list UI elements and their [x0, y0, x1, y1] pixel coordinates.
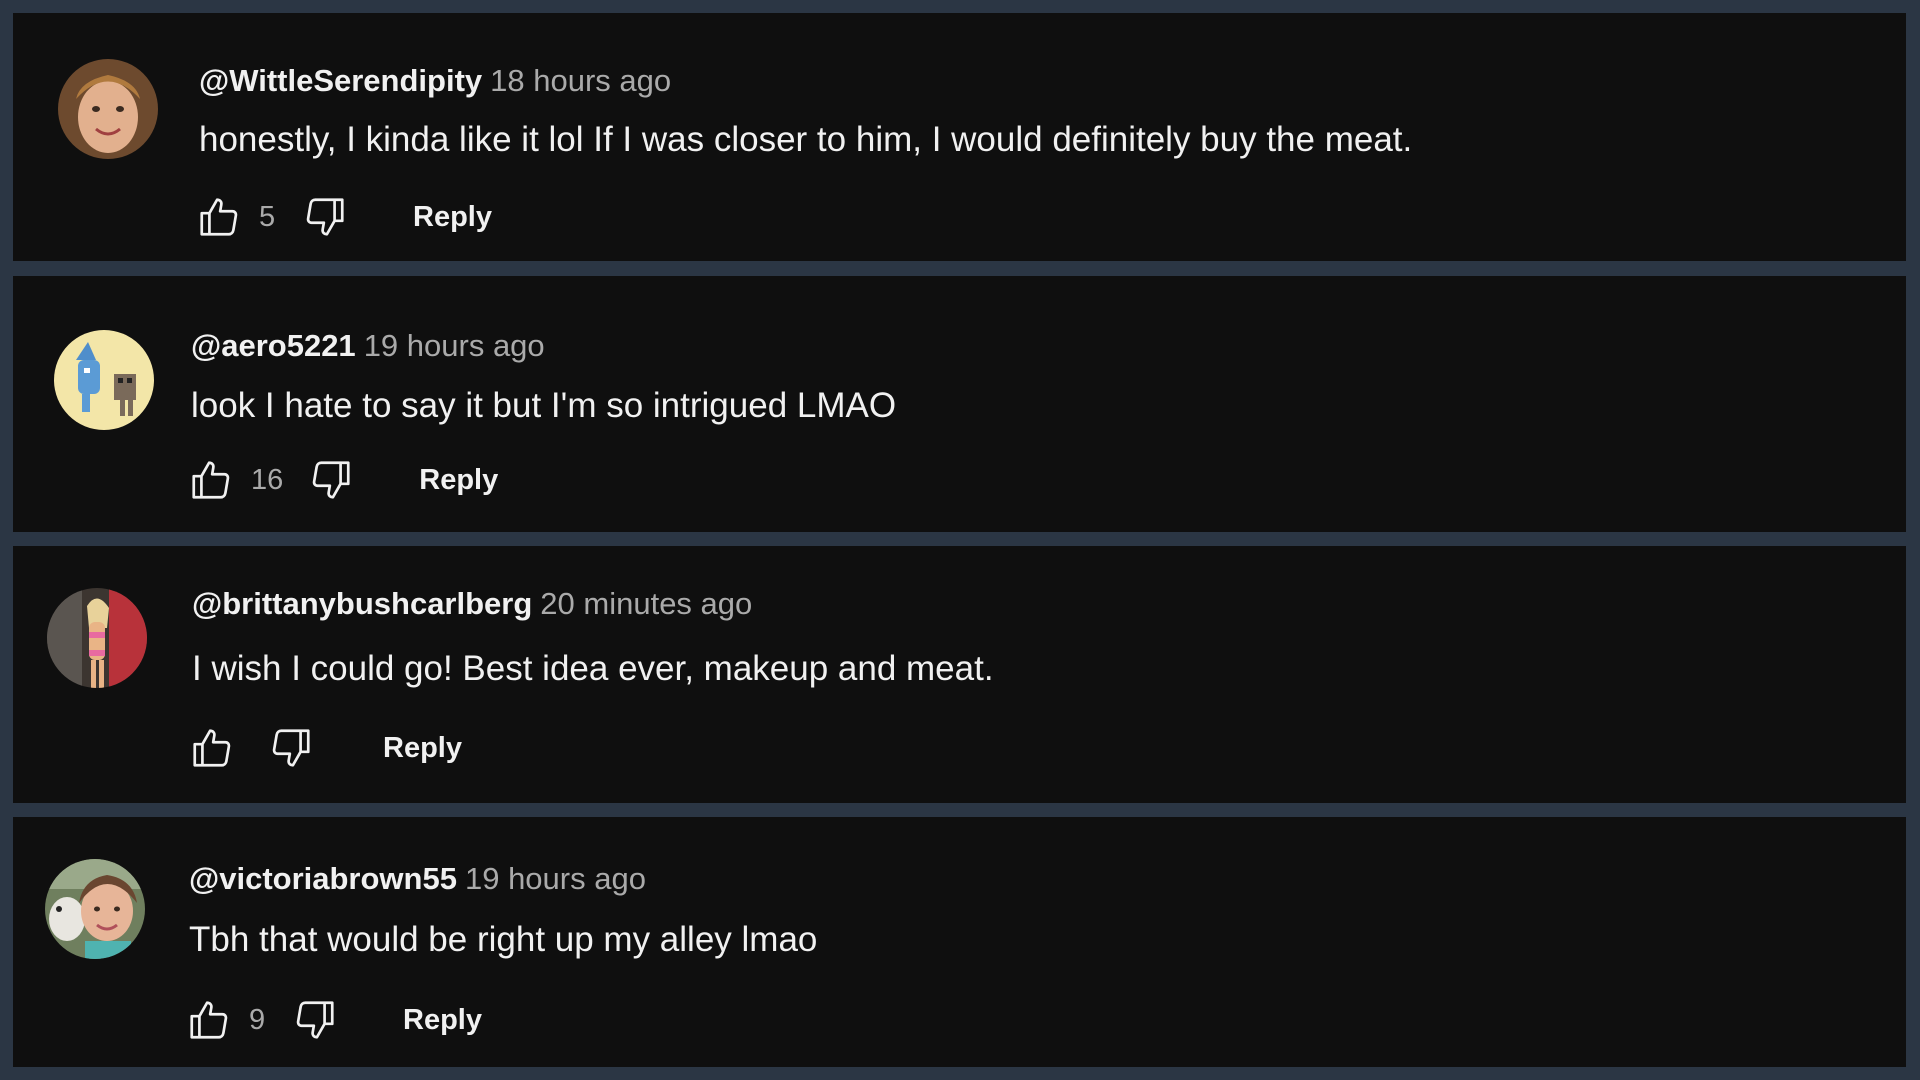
dislike-button[interactable] [289, 994, 341, 1046]
comment-timestamp[interactable]: 18 hours ago [490, 63, 671, 98]
comment-text: honestly, I kinda like it lol If I was c… [199, 120, 1413, 159]
comment-author[interactable]: @aero5221 [191, 328, 356, 363]
like-count: 9 [249, 1003, 266, 1036]
comment-text: look I hate to say it but I'm so intrigu… [191, 386, 897, 425]
comment-actions: Reply [186, 722, 462, 774]
comment-card: @aero5221 19 hours ago look I hate to say… [13, 276, 1906, 532]
comment-meta: @victoriabrown55 19 hours ago [189, 861, 646, 897]
thumbs-down-icon [306, 198, 344, 236]
reply-button[interactable]: Reply [413, 201, 492, 234]
like-button[interactable] [185, 454, 237, 506]
like-count: 5 [259, 200, 276, 233]
thumbs-up-icon [193, 729, 231, 767]
thumbs-up-icon [190, 1001, 228, 1039]
comment-meta: @brittanybushcarlberg 20 minutes ago [192, 586, 752, 622]
avatar[interactable] [47, 588, 147, 688]
comment-timestamp[interactable]: 19 hours ago [465, 861, 646, 896]
comment-card: @brittanybushcarlberg 20 minutes ago I wi… [13, 546, 1906, 803]
like-button[interactable] [183, 994, 235, 1046]
like-button[interactable] [193, 191, 245, 243]
dislike-button[interactable] [299, 191, 351, 243]
comment-timestamp[interactable]: 20 minutes ago [540, 586, 752, 621]
avatar[interactable] [45, 859, 145, 959]
avatar[interactable] [58, 59, 158, 159]
comment-meta: @WittleSerendipity 18 hours ago [199, 63, 671, 99]
like-button[interactable] [186, 722, 238, 774]
comment-meta: @aero5221 19 hours ago [191, 328, 545, 364]
dislike-button[interactable] [265, 722, 317, 774]
avatar-woman-with-dog-icon [45, 859, 145, 959]
comment-card: @victoriabrown55 19 hours ago Tbh that wo… [13, 817, 1906, 1067]
thumbs-down-icon [296, 1001, 334, 1039]
comment-actions: 16 Reply [185, 454, 498, 506]
avatar-cartoon-bird-icon [54, 330, 154, 430]
dislike-button[interactable] [305, 454, 357, 506]
comment-author[interactable]: @WittleSerendipity [199, 63, 482, 98]
comment-author[interactable]: @victoriabrown55 [189, 861, 457, 896]
comment-card: @WittleSerendipity 18 hours ago honestly,… [13, 13, 1906, 261]
comment-timestamp[interactable]: 19 hours ago [364, 328, 545, 363]
avatar-fitness-photo-icon [47, 588, 147, 688]
comment-author[interactable]: @brittanybushcarlberg [192, 586, 532, 621]
comment-text: Tbh that would be right up my alley lmao [189, 920, 818, 959]
reply-button[interactable]: Reply [403, 1004, 482, 1037]
thumbs-down-icon [313, 461, 350, 499]
reply-button[interactable]: Reply [383, 732, 462, 765]
comment-actions: 9 Reply [183, 994, 482, 1046]
comment-actions: 5 Reply [193, 191, 492, 243]
comment-text: I wish I could go! Best idea ever, makeu… [192, 649, 994, 688]
reply-button[interactable]: Reply [419, 464, 498, 497]
avatar-woman-portrait-icon [58, 59, 158, 159]
thumbs-up-icon [200, 198, 238, 236]
like-count: 16 [251, 463, 284, 496]
thumbs-down-icon [272, 729, 310, 767]
thumbs-up-icon [192, 461, 230, 499]
avatar[interactable] [54, 330, 154, 430]
